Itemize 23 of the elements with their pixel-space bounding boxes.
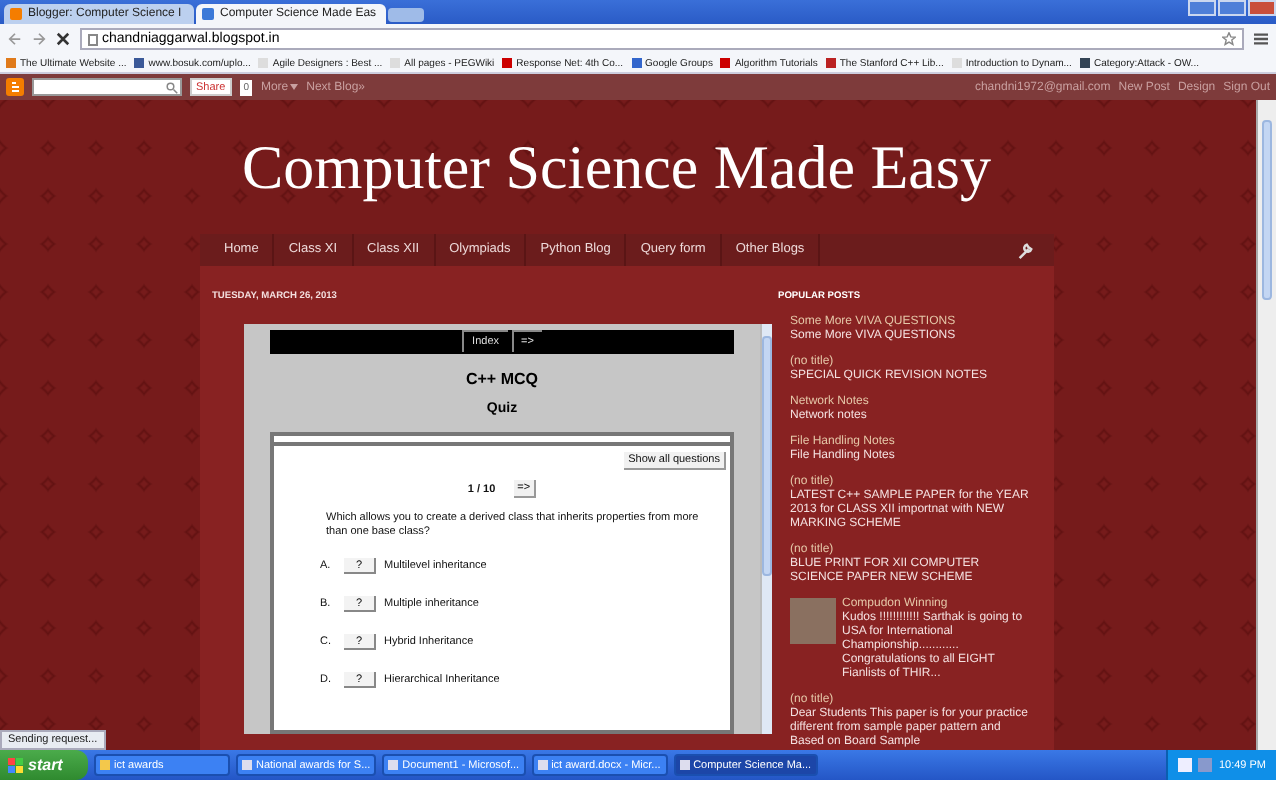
page-icon [202, 8, 214, 20]
star-icon[interactable] [1222, 32, 1236, 46]
blogger-logo-icon[interactable] [6, 78, 24, 96]
search-field[interactable] [32, 78, 182, 96]
close-button[interactable] [1248, 0, 1276, 16]
search-icon [166, 81, 178, 93]
menu-icon[interactable] [1254, 32, 1268, 46]
wrench-icon[interactable] [1016, 241, 1034, 259]
blog-title: Computer Science Made Easy [242, 131, 991, 203]
stop-icon[interactable] [56, 32, 70, 46]
page-scrollbar[interactable] [1256, 100, 1276, 750]
new-tab-button[interactable] [388, 8, 424, 22]
scrollbar[interactable] [760, 324, 772, 734]
quiz-title: C++ MCQ [465, 370, 538, 388]
minimize-button[interactable] [1188, 0, 1216, 16]
start-button[interactable]: start [0, 750, 88, 780]
back-icon[interactable] [8, 32, 22, 46]
forward-icon[interactable] [32, 32, 46, 46]
maximize-button[interactable] [1218, 0, 1246, 16]
page-icon [88, 33, 98, 45]
windows-flag-icon [8, 757, 24, 773]
caret-icon [290, 84, 299, 90]
page-icon [10, 8, 22, 20]
